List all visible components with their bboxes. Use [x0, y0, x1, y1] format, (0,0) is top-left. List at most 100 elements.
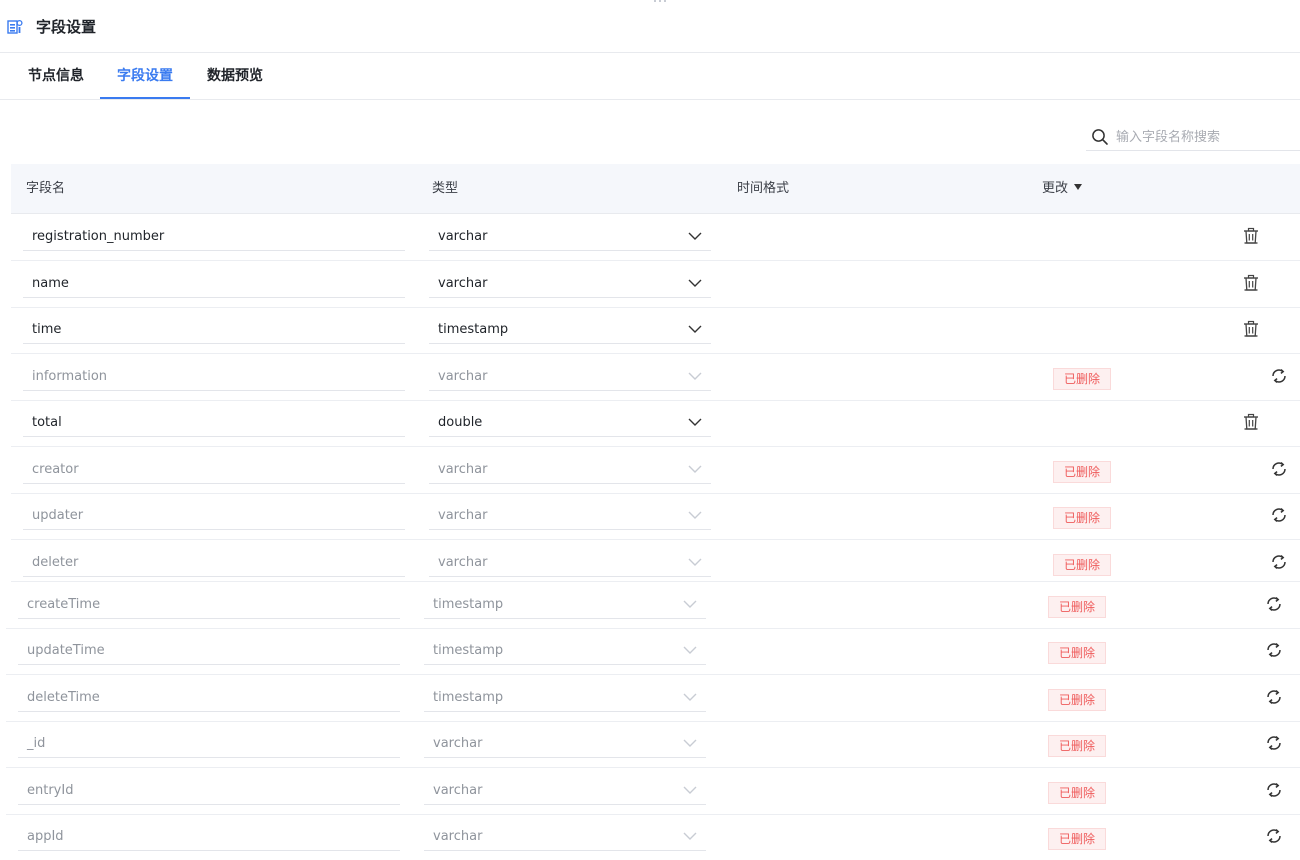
field-name-text: entryId	[27, 783, 74, 798]
type-select[interactable]: timestamp	[424, 638, 706, 665]
field-settings-icon	[7, 19, 23, 34]
status-badge-deleted: 已删除	[1048, 642, 1106, 664]
chevron-down-icon[interactable]	[682, 784, 698, 796]
restore-icon[interactable]	[1265, 595, 1283, 613]
restore-icon[interactable]	[1265, 688, 1283, 706]
field-name-input[interactable]: information	[23, 364, 405, 391]
page-title: 字段设置	[36, 18, 97, 36]
table-row: createTime timestamp 已删除	[6, 582, 1300, 629]
status-badge-deleted: 已删除	[1053, 461, 1111, 483]
status-badge-deleted: 已删除	[1053, 368, 1111, 390]
chevron-down-icon[interactable]	[687, 370, 703, 382]
table-row: appId varchar 已删除	[6, 814, 1300, 860]
chevron-down-icon[interactable]	[682, 691, 698, 703]
type-value: timestamp	[433, 643, 504, 658]
chevron-down-icon[interactable]	[682, 830, 698, 842]
field-name-text: creator	[32, 462, 79, 477]
table-row: information varchar 已删除	[11, 354, 1300, 401]
status-badge-deleted: 已删除	[1048, 689, 1106, 711]
type-value: timestamp	[433, 597, 504, 612]
field-name-input[interactable]: time	[23, 317, 405, 344]
type-select[interactable]: timestamp	[429, 317, 711, 344]
field-name-text: updater	[32, 508, 84, 523]
field-name-input[interactable]: createTime	[18, 592, 400, 619]
field-name-input[interactable]: updater	[23, 503, 405, 530]
type-select[interactable]: varchar	[429, 503, 711, 530]
restore-icon[interactable]	[1270, 553, 1288, 571]
type-select[interactable]: varchar	[424, 731, 706, 758]
type-select[interactable]: varchar	[429, 550, 711, 577]
chevron-down-icon[interactable]	[682, 737, 698, 749]
restore-icon[interactable]	[1270, 506, 1288, 524]
field-name-text: time	[32, 322, 62, 337]
table-row: updateTime timestamp 已删除	[6, 628, 1300, 675]
table-row: deleter varchar 已删除	[11, 540, 1300, 582]
trash-icon[interactable]	[1242, 320, 1260, 338]
field-name-input[interactable]: deleteTime	[18, 685, 400, 712]
restore-icon[interactable]	[1270, 460, 1288, 478]
table-row: name varchar	[11, 261, 1300, 308]
chevron-down-icon[interactable]	[687, 323, 703, 335]
column-header-change-label: 更改	[1042, 181, 1069, 196]
chevron-down-icon[interactable]	[687, 416, 703, 428]
field-name-input[interactable]: appId	[18, 824, 400, 851]
type-select[interactable]: varchar	[429, 364, 711, 391]
field-name-input[interactable]: deleter	[23, 550, 405, 577]
type-value: varchar	[438, 276, 488, 291]
field-name-input[interactable]: total	[23, 410, 405, 437]
type-select[interactable]: timestamp	[424, 592, 706, 619]
column-header-change[interactable]: 更改	[1042, 164, 1083, 213]
field-name-input[interactable]: name	[23, 271, 405, 298]
status-badge-deleted: 已删除	[1048, 735, 1106, 757]
search-input[interactable]	[1116, 126, 1296, 148]
type-select[interactable]: varchar	[429, 271, 711, 298]
table-row: deleteTime timestamp 已删除	[6, 675, 1300, 722]
caret-down-icon[interactable]	[1074, 184, 1083, 190]
type-value: timestamp	[433, 690, 504, 705]
type-select[interactable]: varchar	[424, 778, 706, 805]
type-select[interactable]: double	[429, 410, 711, 437]
chevron-down-icon[interactable]	[682, 644, 698, 656]
trash-icon[interactable]	[1242, 274, 1260, 292]
type-value: timestamp	[438, 322, 509, 337]
chevron-down-icon[interactable]	[687, 463, 703, 475]
field-name-input[interactable]: registration_number	[23, 224, 405, 251]
field-name-text: _id	[27, 736, 46, 751]
tab-data-preview[interactable]: 数据预览	[205, 54, 265, 99]
tab-bar: 节点信息 字段设置 数据预览	[0, 54, 1300, 100]
type-select[interactable]: varchar	[429, 224, 711, 251]
chevron-down-icon[interactable]	[687, 556, 703, 568]
table-row: _id varchar 已删除	[6, 721, 1300, 768]
search-icon[interactable]	[1091, 128, 1109, 146]
table-row: updater varchar 已删除	[11, 493, 1300, 540]
type-value: varchar	[433, 736, 483, 751]
column-header-field-name: 字段名	[26, 181, 66, 196]
restore-icon[interactable]	[1265, 781, 1283, 799]
restore-icon[interactable]	[1265, 734, 1283, 752]
field-name-text: information	[32, 369, 108, 384]
restore-icon[interactable]	[1265, 827, 1283, 845]
chevron-down-icon[interactable]	[682, 598, 698, 610]
table-row: entryId varchar 已删除	[6, 768, 1300, 815]
field-name-text: deleteTime	[27, 690, 100, 705]
table-row: time timestamp	[11, 307, 1300, 354]
trash-icon[interactable]	[1242, 413, 1260, 431]
chevron-down-icon[interactable]	[687, 277, 703, 289]
field-name-text: total	[32, 415, 62, 430]
field-name-input[interactable]: _id	[18, 731, 400, 758]
column-header-type: 类型	[432, 181, 459, 196]
chevron-down-icon[interactable]	[687, 509, 703, 521]
type-select[interactable]: varchar	[424, 824, 706, 851]
field-name-input[interactable]: creator	[23, 457, 405, 484]
restore-icon[interactable]	[1265, 641, 1283, 659]
field-name-input[interactable]: entryId	[18, 778, 400, 805]
field-name-text: createTime	[27, 597, 101, 612]
restore-icon[interactable]	[1270, 367, 1288, 385]
type-select[interactable]: timestamp	[424, 685, 706, 712]
tab-field-settings[interactable]: 字段设置	[100, 54, 190, 99]
tab-node-info[interactable]: 节点信息	[26, 54, 86, 99]
chevron-down-icon[interactable]	[687, 230, 703, 242]
type-select[interactable]: varchar	[429, 457, 711, 484]
trash-icon[interactable]	[1242, 227, 1260, 245]
field-name-input[interactable]: updateTime	[18, 638, 400, 665]
